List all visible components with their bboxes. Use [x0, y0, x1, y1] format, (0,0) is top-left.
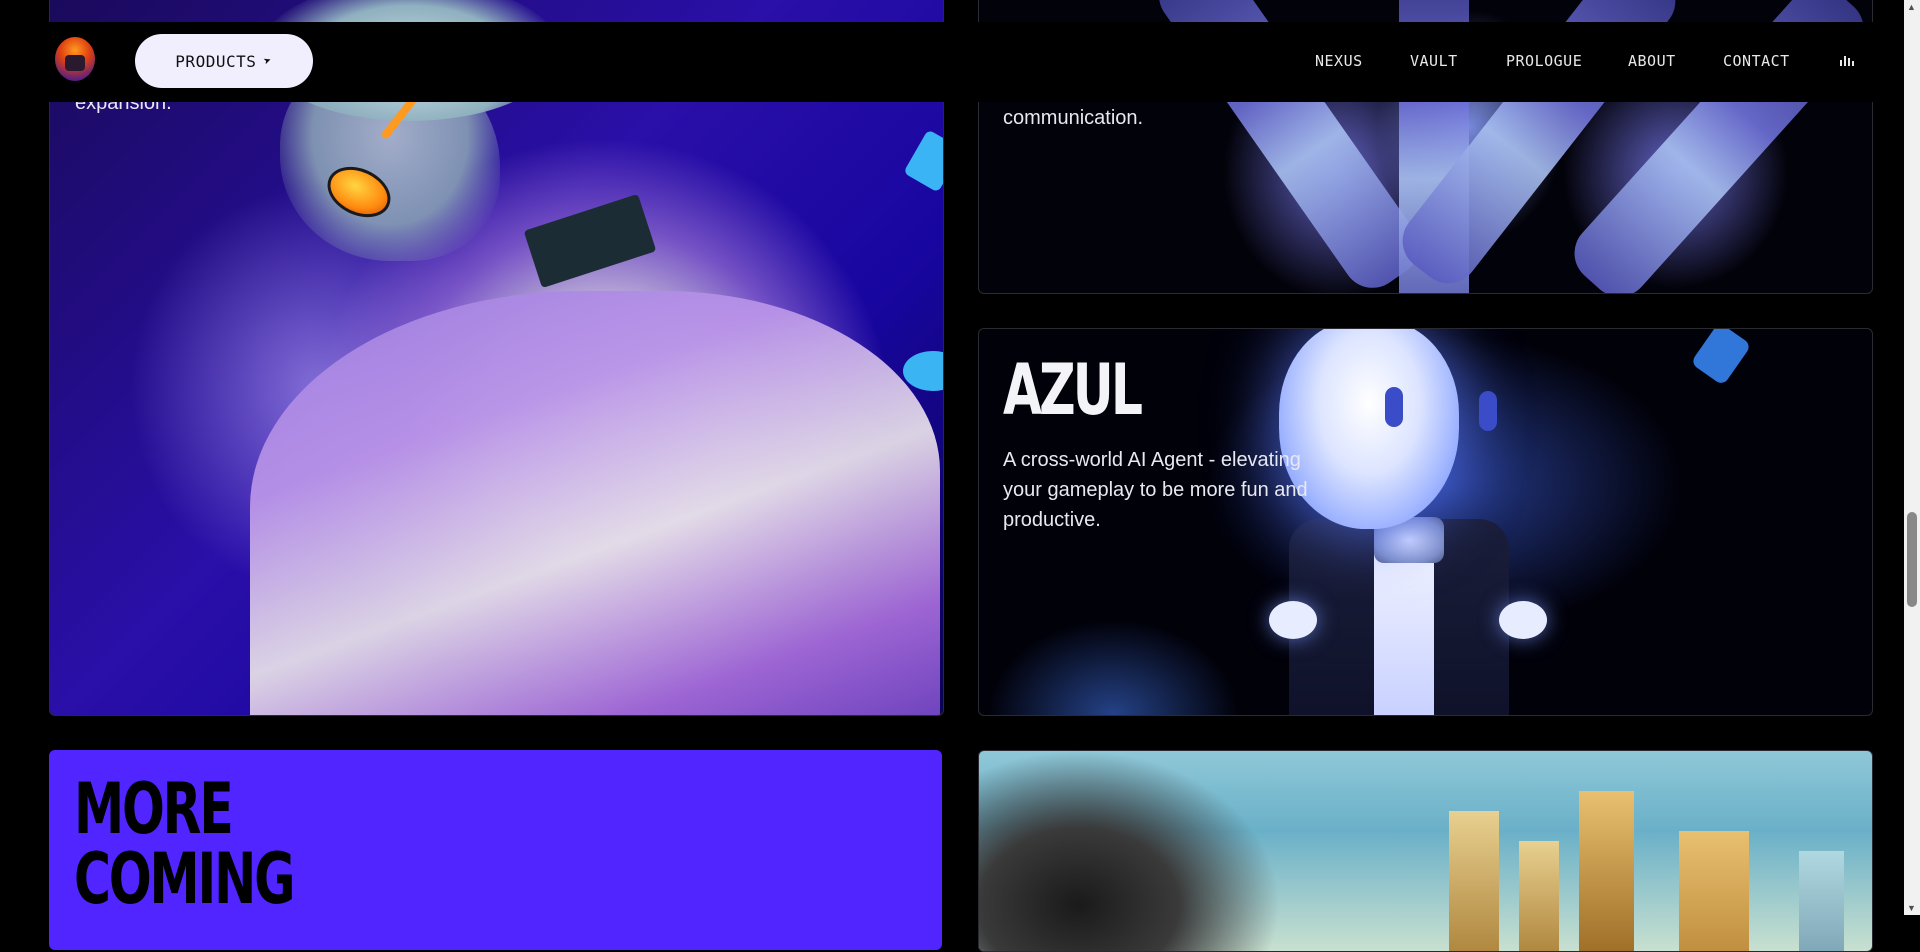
products-button[interactable]: PRODUCTS ➤	[135, 34, 313, 88]
logo-face-mask	[65, 55, 85, 71]
blue-shard-art	[903, 351, 943, 391]
blue-shard-art	[903, 129, 943, 193]
audio-bar	[1848, 58, 1850, 66]
city-tower-art	[1799, 851, 1844, 951]
ninja-avatar-logo-icon[interactable]	[55, 37, 95, 81]
audio-bar	[1852, 61, 1854, 66]
scrollbar[interactable]: ▲ ▼	[1904, 0, 1920, 915]
city-tower-art	[1519, 841, 1559, 951]
navigation-arrow-icon: ➤	[262, 52, 276, 70]
audio-bar	[1844, 56, 1846, 66]
more-coming-title: MORE COMING	[74, 768, 295, 920]
more-coming-line-2: COMING	[74, 838, 295, 920]
azul-title: AZUL	[1003, 349, 1143, 431]
products-button-label: PRODUCTS	[175, 51, 257, 71]
azul-description: A cross-world AI Agent - elevating your …	[1003, 449, 1308, 531]
character-collar-art	[523, 193, 657, 289]
hero-card[interactable]: expansion.	[49, 0, 944, 716]
azul-card[interactable]: AZUL A cross-world AI Agent - elevating …	[978, 328, 1873, 716]
scroll-up-arrow-icon[interactable]: ▲	[1907, 2, 1916, 12]
audio-bars-icon[interactable]	[1840, 54, 1854, 66]
azul-hand-art	[1269, 601, 1317, 639]
character-silhouette-art	[979, 751, 1379, 951]
scroll-down-arrow-icon[interactable]: ▼	[1907, 903, 1916, 913]
azul-eye-art	[1385, 387, 1403, 427]
city-tower-art	[1449, 811, 1499, 951]
city-tower-art	[1679, 831, 1749, 951]
nav-link-nexus[interactable]: NEXUS	[1315, 52, 1363, 70]
azul-eye-art	[1479, 391, 1497, 431]
azul-ear-art	[1690, 329, 1752, 386]
nav-link-vault[interactable]: VAULT	[1410, 52, 1458, 70]
azul-hand-art	[1499, 601, 1547, 639]
character-jacket-art	[250, 291, 940, 715]
nav-link-prologue[interactable]: PROLOGUE	[1506, 52, 1582, 70]
scrollbar-thumb[interactable]	[1907, 512, 1917, 607]
city-card[interactable]	[978, 750, 1873, 952]
audio-bar	[1840, 60, 1842, 66]
city-tower-art	[1579, 791, 1634, 951]
nav-link-about[interactable]: ABOUT	[1628, 52, 1676, 70]
more-coming-line-1: MORE	[74, 768, 234, 850]
nav-link-contact[interactable]: CONTACT	[1723, 52, 1790, 70]
top-navbar: PRODUCTS ➤ NEXUS VAULT PROLOGUE ABOUT CO…	[0, 22, 1904, 102]
more-coming-card: MORE COMING	[49, 750, 942, 950]
